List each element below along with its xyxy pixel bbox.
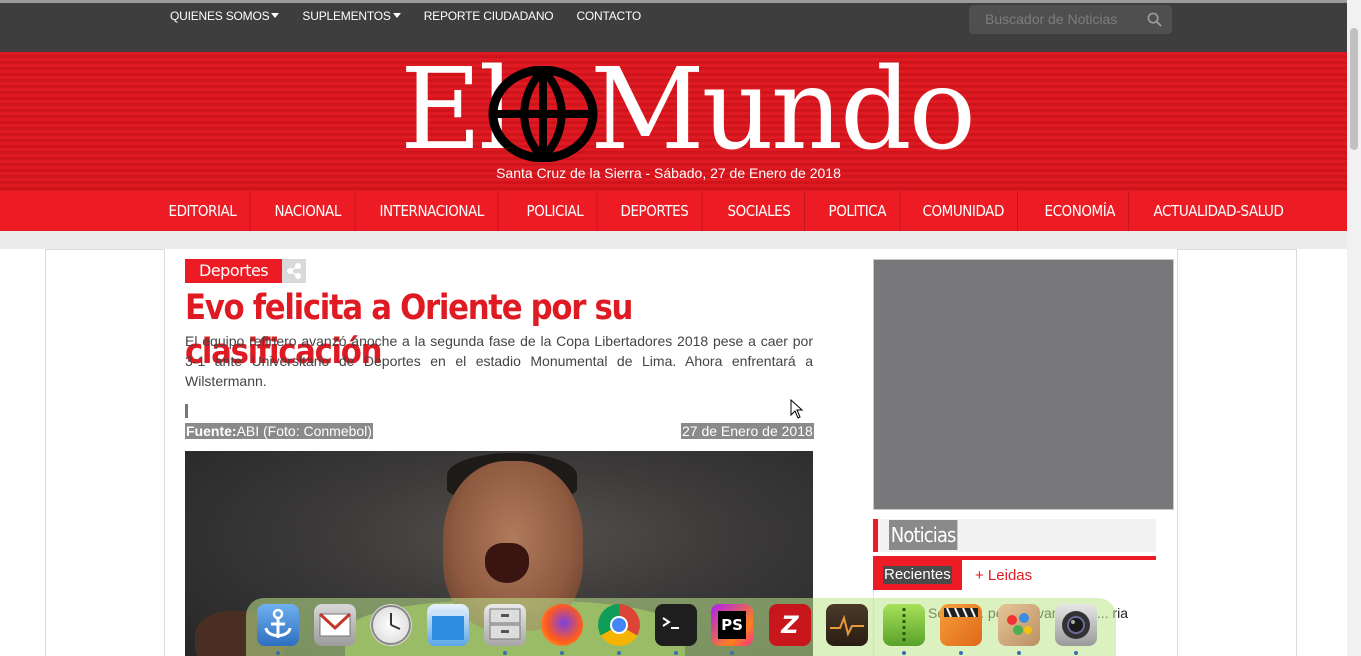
archive-manager-icon[interactable] [883,604,925,646]
nav-actualidad-salud[interactable]: ACTUALIDAD-SALUD [1140,191,1297,231]
topnav-label: QUIENES SOMOS [170,9,270,23]
finder-app-icon[interactable] [427,604,469,646]
tab-leidas[interactable]: + Leidas [975,567,1032,584]
tab-recientes-label: Recientes [883,566,952,584]
running-indicator [1074,651,1078,655]
filezilla-glyph: Z [781,611,799,639]
share-button[interactable] [282,259,307,283]
running-indicator [674,651,678,655]
page-scrollbar[interactable] [1347,0,1361,656]
article-lead: El equipo refinero avanzó anoche a la se… [185,333,813,389]
anchor-app-icon[interactable] [257,604,299,646]
nav-policial[interactable]: POLICIAL [513,191,598,231]
phpstorm-glyph: PS [721,616,743,634]
source-value: ABI (Foto: Conmebol) [236,423,372,439]
chrome-icon[interactable] [598,604,640,646]
mouse-cursor-icon [790,399,804,419]
article-date: 27 de Enero de 2018 [681,423,814,439]
tab-recientes[interactable]: Recientes [873,560,962,590]
category-tag[interactable]: Deportes [185,259,283,283]
article-category-bar: Deportes [185,259,307,283]
nav-politica[interactable]: POLITICA [815,191,900,231]
topnav-reporte-ciudadano[interactable]: REPORTE CIUDADANO [424,9,554,23]
filezilla-icon[interactable]: Z [769,604,811,646]
text-cursor-bar [185,404,188,418]
nav-deportes[interactable]: DEPORTES [607,191,704,231]
search-box [969,5,1172,34]
running-indicator [959,651,963,655]
mail-app-icon[interactable] [314,604,356,646]
topnav-contacto[interactable]: CONTACTO [576,9,641,23]
nav-internacional[interactable]: INTERNACIONAL [366,191,499,231]
news-tabs: Recientes + Leidas [873,560,1156,590]
running-indicator [503,651,507,655]
running-indicator [560,651,564,655]
running-indicator [902,651,906,655]
nav-nacional[interactable]: NACIONAL [261,191,356,231]
article-source: Fuente:ABI (Foto: Conmebol) [185,423,373,439]
dateline-text: Santa Cruz de la Sierra - Sábado, 27 de … [496,165,841,181]
left-ad-frame [45,249,165,656]
activity-monitor-icon[interactable] [826,604,868,646]
main-nav: EDITORIAL NACIONAL INTERNACIONAL POLICIA… [0,191,1347,231]
firefox-icon[interactable] [541,604,583,646]
paint-app-icon[interactable] [998,604,1040,646]
noticias-title: Noticias [889,520,958,550]
noticias-header: Noticias [873,519,1156,552]
running-indicator [730,651,734,655]
nav-comunidad[interactable]: COMUNIDAD [909,191,1019,231]
topnav-quienes-somos[interactable]: QUIENES SOMOS [170,9,280,23]
site-logo[interactable]: El Mundo [398,52,976,166]
globe-icon [488,66,598,162]
running-indicator [276,651,280,655]
source-label: Fuente: [186,423,237,439]
logo-text-mundo: Mundo [590,45,976,175]
search-icon[interactable] [1147,12,1162,27]
running-indicator [617,651,621,655]
terminal-icon[interactable] [655,604,697,646]
gray-strip [0,231,1347,249]
site-header: El Mundo Santa Cruz de la Sierra - Sábad… [0,52,1347,191]
search-input[interactable] [985,11,1145,27]
topnav-label: SUPLEMENTOS [302,9,391,23]
files-app-icon[interactable] [484,604,526,646]
scrollbar-thumb[interactable] [1350,28,1358,150]
caret-down-icon [392,13,401,18]
topnav-suplementos[interactable]: SUPLEMENTOS [302,9,401,23]
caret-down-icon [271,13,280,18]
running-indicator [1017,651,1021,655]
nav-editorial[interactable]: EDITORIAL [155,191,251,231]
video-editor-icon[interactable] [940,604,982,646]
nav-sociales[interactable]: SOCIALES [714,191,805,231]
dateline: Santa Cruz de la Sierra - Sábado, 27 de … [0,165,1347,181]
nav-economia[interactable]: ECONOMÍA [1031,191,1130,231]
right-ad-frame [1177,249,1297,656]
phpstorm-icon[interactable]: PS [711,604,753,646]
clock-app-icon[interactable] [370,604,412,646]
camera-app-icon[interactable] [1055,604,1097,646]
share-icon [287,263,302,279]
top-nav: QUIENES SOMOS SUPLEMENTOS REPORTE CIUDAD… [170,9,664,23]
sidebar-ad[interactable] [873,259,1174,510]
photo-mouth [485,543,529,583]
